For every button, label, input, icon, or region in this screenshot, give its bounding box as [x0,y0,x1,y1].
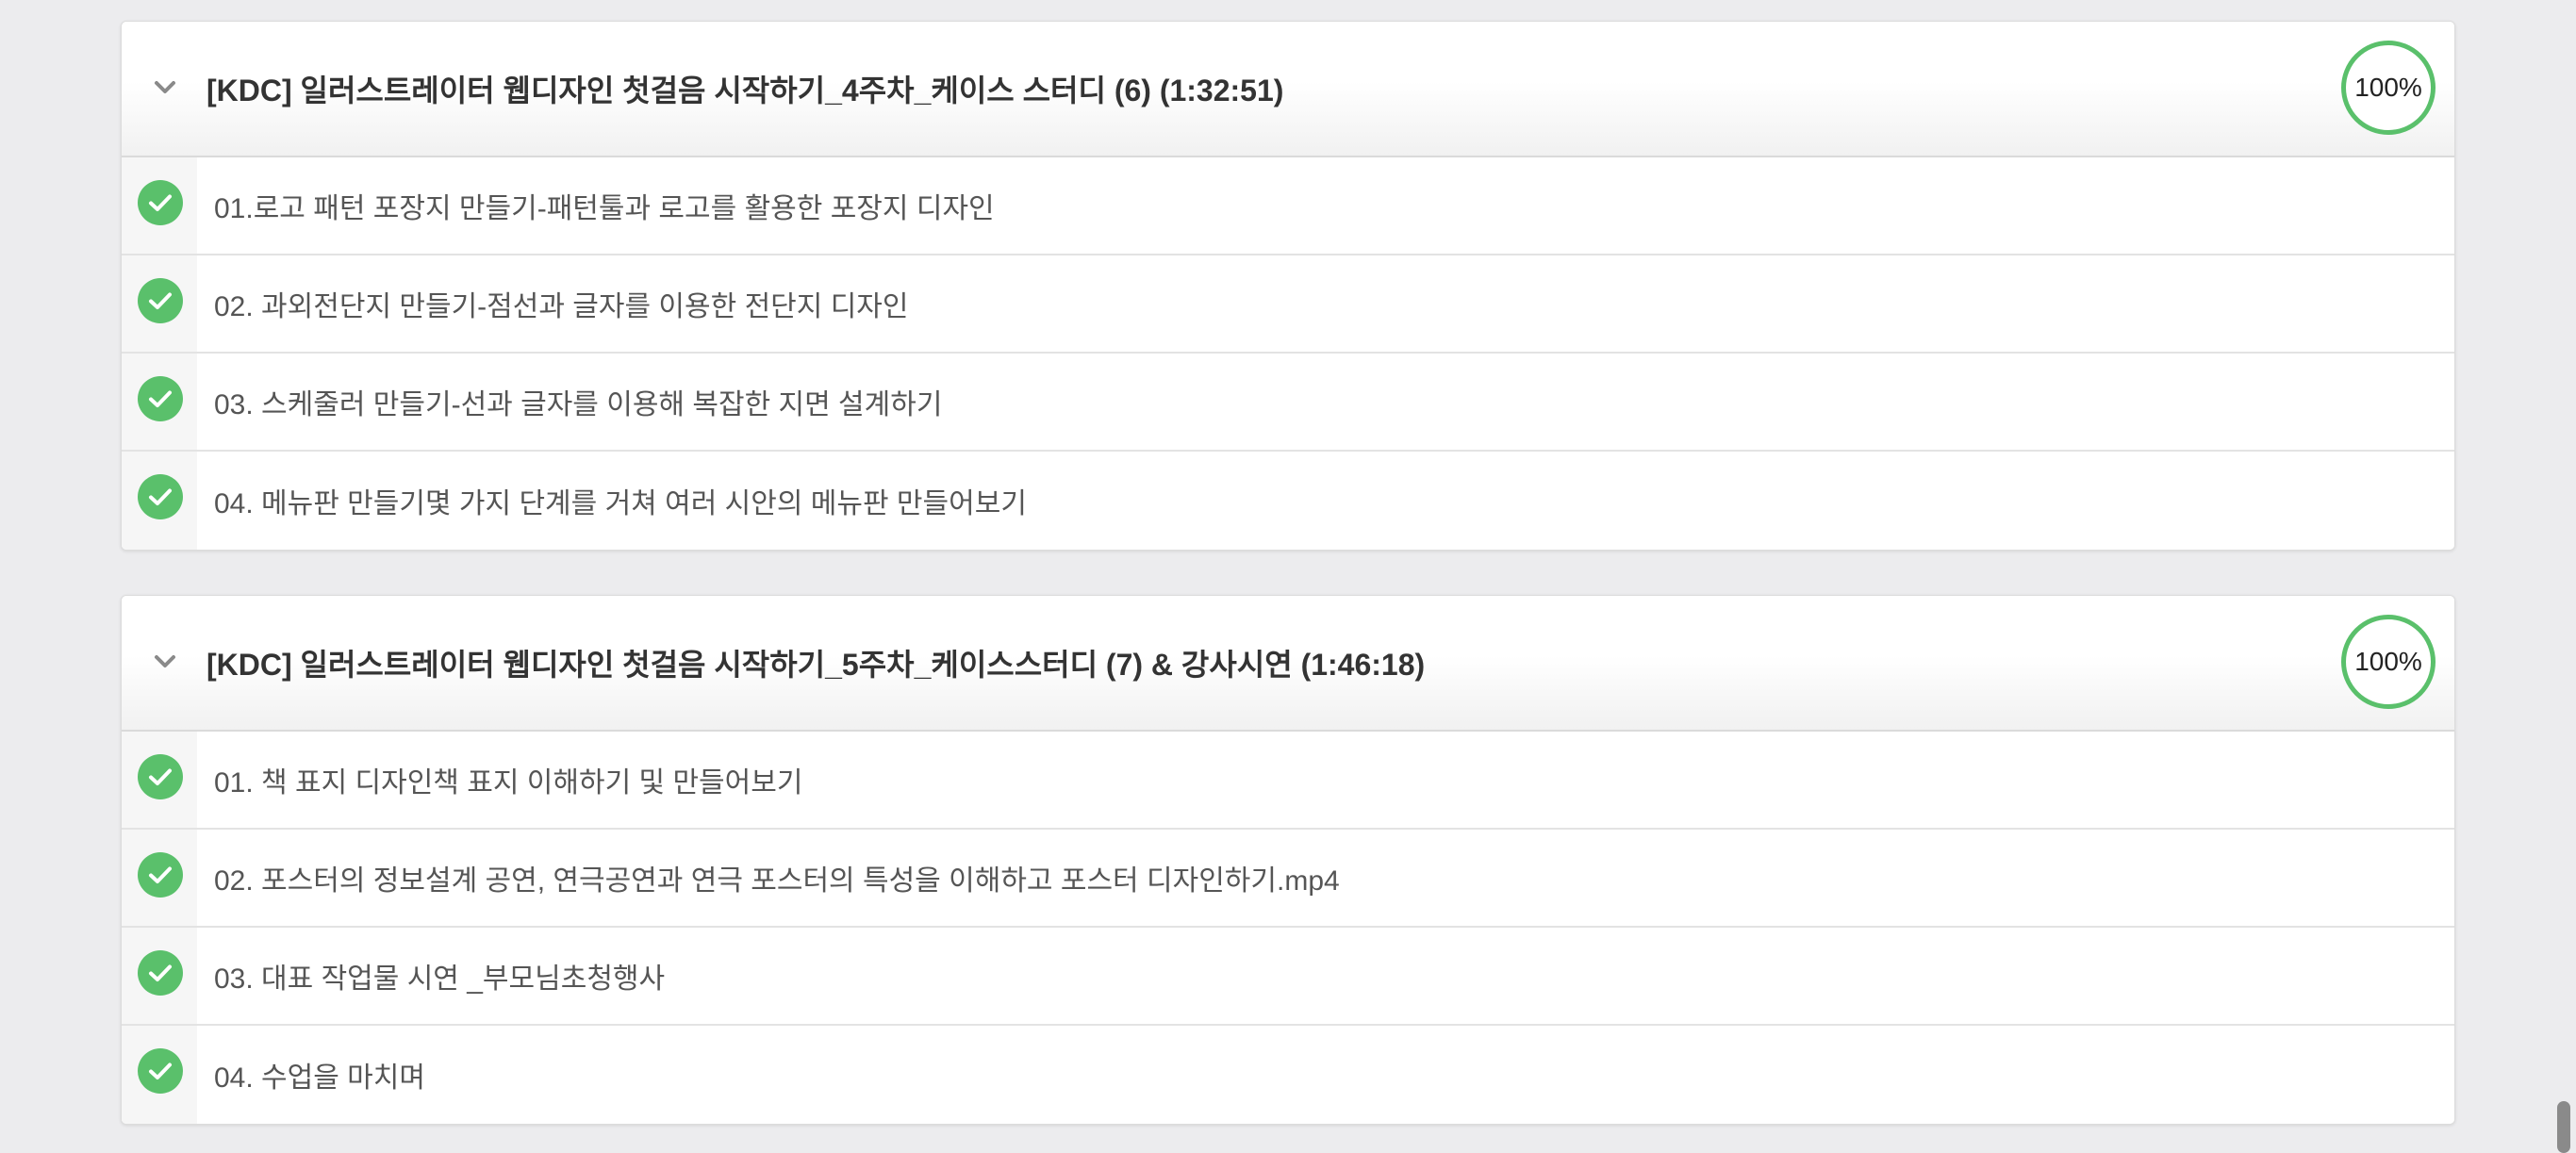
progress-ring: 100% [2341,615,2436,709]
course-curriculum-page: [KDC] 일러스트레이터 웹디자인 첫걸음 시작하기_4주차_케이스 스터디 … [0,0,2576,1153]
progress-ring: 100% [2341,41,2436,135]
lesson-title[interactable]: 01. 책 표지 디자인책 표지 이해하기 및 만들어보기 [214,759,802,800]
check-circle-icon [138,474,183,519]
chevron-down-icon[interactable] [144,641,186,683]
lesson-title[interactable]: 02. 포스터의 정보설계 공연, 연극공연과 연극 포스터의 특성을 이해하고… [214,857,1340,898]
lesson-item[interactable]: 02. 과외전단지 만들기-점선과 글자를 이용한 전단지 디자인 [122,255,2454,354]
lesson-title[interactable]: 04. 수업을 마치며 [214,1054,425,1095]
check-circle-icon [138,950,183,996]
chevron-down-icon[interactable] [144,67,186,108]
lesson-title[interactable]: 01.로고 패턴 포장지 만들기-패턴툴과 로고를 활용한 포장지 디자인 [214,185,995,226]
progress-percent: 100% [2354,73,2422,102]
lesson-item[interactable]: 03. 스케줄러 만들기-선과 글자를 이용해 복잡한 지면 설계하기 [122,354,2454,452]
check-circle-icon [138,1048,183,1094]
lesson-title[interactable]: 02. 과외전단지 만들기-점선과 글자를 이용한 전단지 디자인 [214,283,909,324]
lesson-item[interactable]: 04. 수업을 마치며 [122,1026,2454,1124]
scrollbar-thumb[interactable] [2557,1101,2570,1153]
progress-percent: 100% [2354,647,2422,676]
check-circle-icon [138,754,183,799]
lesson-item[interactable]: 01. 책 표지 디자인책 표지 이해하기 및 만들어보기 [122,732,2454,830]
lesson-title[interactable]: 03. 스케줄러 만들기-선과 글자를 이용해 복잡한 지면 설계하기 [214,381,942,422]
lesson-item[interactable]: 02. 포스터의 정보설계 공연, 연극공연과 연극 포스터의 특성을 이해하고… [122,830,2454,928]
lesson-item[interactable]: 01.로고 패턴 포장지 만들기-패턴툴과 로고를 활용한 포장지 디자인 [122,157,2454,255]
section-title: [KDC] 일러스트레이터 웹디자인 첫걸음 시작하기_4주차_케이스 스터디 … [206,74,1284,107]
section-title: [KDC] 일러스트레이터 웹디자인 첫걸음 시작하기_5주차_케이스스터디 (… [206,648,1426,682]
section-header[interactable]: [KDC] 일러스트레이터 웹디자인 첫걸음 시작하기_4주차_케이스 스터디 … [122,22,2454,157]
lesson-title[interactable]: 03. 대표 작업물 시연 _부모님초청행사 [214,955,665,997]
lesson-title[interactable]: 04. 메뉴판 만들기몇 가지 단계를 거쳐 여러 시안의 메뉴판 만들어보기 [214,480,1027,521]
check-circle-icon [138,852,183,898]
section-header[interactable]: [KDC] 일러스트레이터 웹디자인 첫걸음 시작하기_5주차_케이스스터디 (… [122,596,2454,732]
course-section: [KDC] 일러스트레이터 웹디자인 첫걸음 시작하기_5주차_케이스스터디 (… [121,595,2455,1125]
lesson-item[interactable]: 03. 대표 작업물 시연 _부모님초청행사 [122,928,2454,1026]
lesson-item[interactable]: 04. 메뉴판 만들기몇 가지 단계를 거쳐 여러 시안의 메뉴판 만들어보기 [122,452,2454,550]
check-circle-icon [138,376,183,421]
course-section: [KDC] 일러스트레이터 웹디자인 첫걸음 시작하기_4주차_케이스 스터디 … [121,21,2455,551]
check-circle-icon [138,180,183,225]
check-circle-icon [138,278,183,323]
